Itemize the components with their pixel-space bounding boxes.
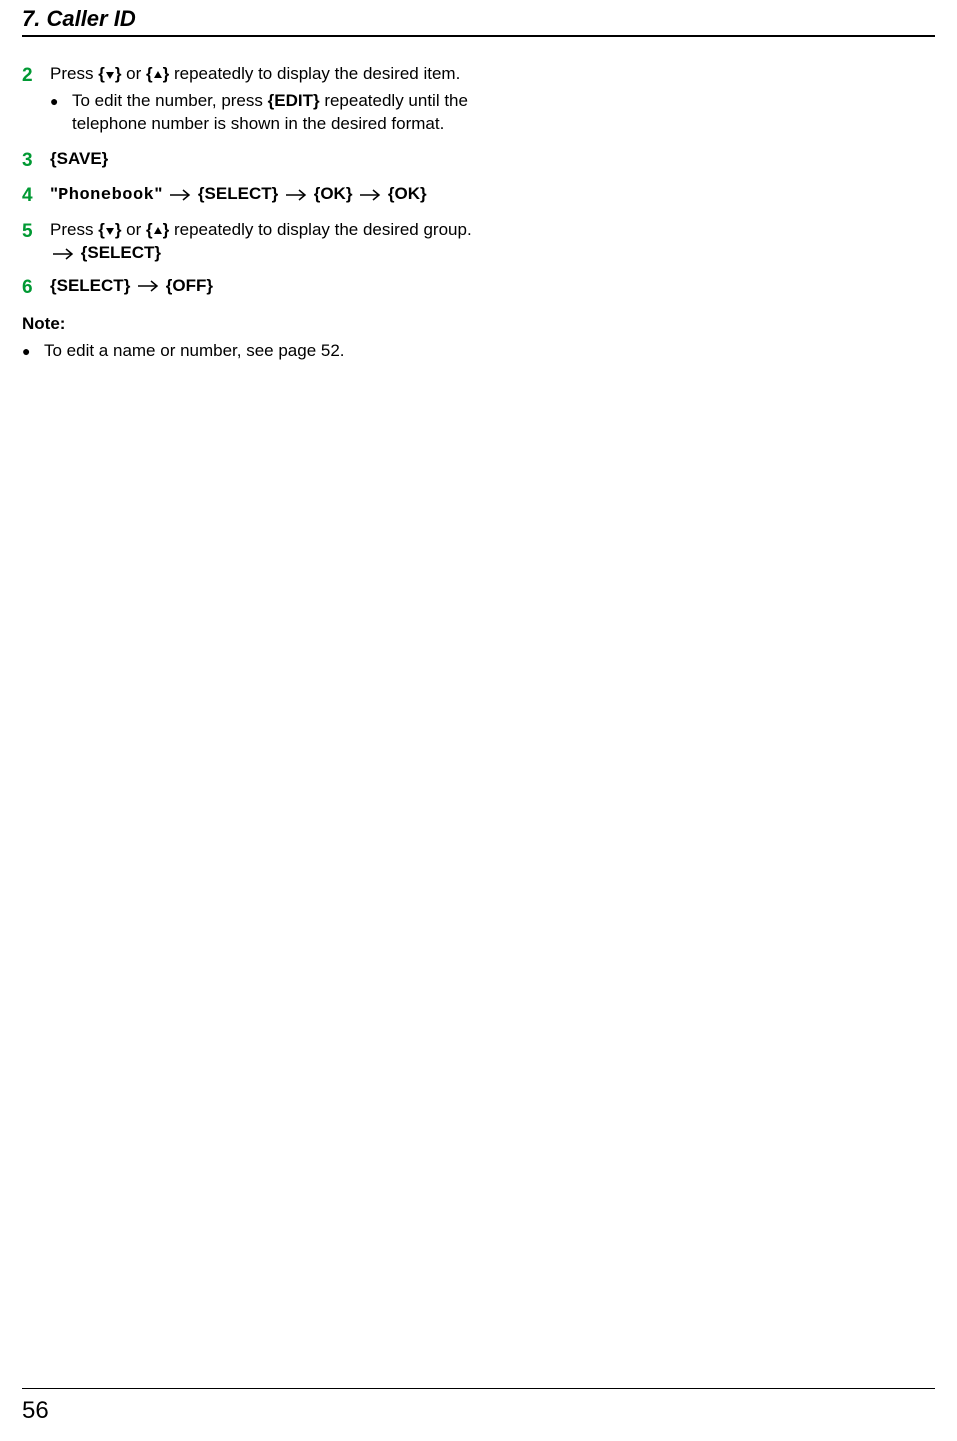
step-number: 3 bbox=[22, 148, 50, 174]
note-text: To edit a name or number, see page 52. bbox=[44, 340, 502, 363]
step-6: 6 {SELECT} {OFF} bbox=[22, 275, 502, 301]
step-number: 5 bbox=[22, 219, 50, 265]
footer-rule bbox=[22, 1388, 935, 1389]
step-body: "Phonebook" {SELECT} {OK} {OK} bbox=[50, 183, 502, 209]
text: repeatedly to display the desired item. bbox=[169, 64, 460, 83]
bullet-icon: ● bbox=[22, 340, 44, 363]
arrow-icon bbox=[167, 189, 193, 201]
up-key: {} bbox=[146, 64, 169, 83]
phonebook-label: Phonebook bbox=[58, 186, 154, 205]
sub-text: To edit the number, press {EDIT} repeate… bbox=[72, 90, 502, 136]
header-title: 7. Caller ID bbox=[22, 6, 136, 31]
save-key: {SAVE} bbox=[50, 149, 108, 168]
step-2: 2 Press {} or {} repeatedly to display t… bbox=[22, 63, 502, 138]
page-number: 56 bbox=[22, 1397, 49, 1425]
step-body: {SELECT} {OFF} bbox=[50, 275, 502, 301]
sub-bullet: ● To edit the number, press {EDIT} repea… bbox=[50, 90, 502, 136]
off-key: {OFF} bbox=[166, 276, 213, 295]
edit-key: {EDIT} bbox=[268, 91, 320, 110]
page-header: 7. Caller ID bbox=[22, 0, 935, 37]
ok-key: {OK} bbox=[314, 184, 353, 203]
select-key: {SELECT} bbox=[198, 184, 278, 203]
step-5: 5 Press {} or {} repeatedly to display t… bbox=[22, 219, 502, 265]
bullet-icon: ● bbox=[50, 90, 72, 136]
step-body: Press {} or {} repeatedly to display the… bbox=[50, 63, 502, 138]
select-key: {SELECT} bbox=[50, 276, 130, 295]
text: Press bbox=[50, 220, 98, 239]
step-body: Press {} or {} repeatedly to display the… bbox=[50, 219, 502, 265]
text: repeatedly to display the desired group. bbox=[169, 220, 471, 239]
text: or bbox=[121, 220, 146, 239]
down-key: {} bbox=[98, 220, 121, 239]
up-key: {} bbox=[146, 220, 169, 239]
down-key: {} bbox=[98, 64, 121, 83]
step-3: 3 {SAVE} bbox=[22, 148, 502, 174]
instruction-content: 2 Press {} or {} repeatedly to display t… bbox=[22, 37, 502, 362]
open-quote: " bbox=[50, 184, 58, 203]
step-4: 4 "Phonebook" {SELECT} {OK} {OK} bbox=[22, 183, 502, 209]
step-number: 6 bbox=[22, 275, 50, 301]
arrow-icon bbox=[50, 248, 76, 260]
text: or bbox=[121, 64, 146, 83]
arrow-icon bbox=[357, 189, 383, 201]
arrow-icon bbox=[283, 189, 309, 201]
close-quote: " bbox=[154, 184, 162, 203]
note-heading: Note: bbox=[22, 313, 502, 336]
text: To edit the number, press bbox=[72, 91, 268, 110]
ok-key: {OK} bbox=[388, 184, 427, 203]
note-bullet: ● To edit a name or number, see page 52. bbox=[22, 340, 502, 363]
arrow-icon bbox=[135, 280, 161, 292]
step-number: 4 bbox=[22, 183, 50, 209]
step-number: 2 bbox=[22, 63, 50, 138]
select-key: {SELECT} bbox=[81, 243, 161, 262]
text: Press bbox=[50, 64, 98, 83]
step-body: {SAVE} bbox=[50, 148, 502, 174]
